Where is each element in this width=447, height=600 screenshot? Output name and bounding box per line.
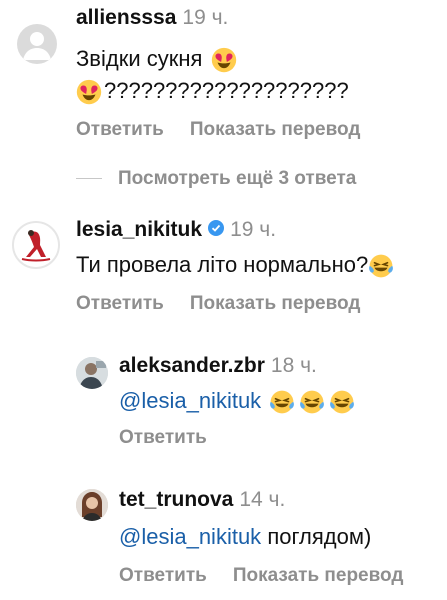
reply-button[interactable]: Ответить	[119, 427, 207, 448]
avatar-lesia[interactable]	[12, 221, 60, 269]
user-photo-icon	[76, 357, 108, 389]
view-more-replies-button[interactable]: Посмотреть ещё 3 ответа	[76, 168, 356, 190]
translate-button[interactable]: Показать перевод	[190, 293, 361, 314]
comment-text-line: ????????????????????	[76, 77, 386, 105]
comment-body: lesia_nikituk 19 ч. Ти провела літо норма…	[76, 217, 396, 315]
verified-badge-icon	[208, 220, 225, 237]
comment-time: 18 ч.	[270, 354, 317, 377]
mention-link[interactable]: @lesia_nikituk	[119, 524, 261, 549]
comment-username[interactable]: tet_trunova	[119, 488, 233, 511]
tears-of-joy-emoji-icon	[368, 253, 394, 279]
comment-time: 19 ч.	[230, 218, 277, 241]
tears-of-joy-emoji-icon	[269, 389, 295, 415]
avatar-tet[interactable]	[76, 489, 108, 521]
avatar-default[interactable]	[17, 24, 57, 64]
comment-text-line: Звідки сукня	[76, 45, 386, 73]
comment-text-line: Ти провела літо нормально?	[76, 251, 396, 279]
avatar-aleksander[interactable]	[76, 357, 108, 389]
heart-eyes-emoji-icon	[76, 79, 102, 105]
mention-link[interactable]: @lesia_nikituk	[119, 388, 261, 413]
reply-button[interactable]: Ответить	[119, 565, 207, 586]
comment-username[interactable]: lesia_nikituk	[76, 218, 202, 241]
translate-button[interactable]: Показать перевод	[233, 565, 404, 586]
comment-text: Ти провела літо нормально?	[76, 252, 369, 277]
comment-text: поглядом)	[267, 524, 372, 549]
comment-body: alliensssa 19 ч. Звідки сукня ???????????…	[76, 5, 386, 141]
default-avatar-icon	[23, 32, 51, 60]
translate-button[interactable]: Показать перевод	[190, 119, 361, 140]
user-photo-icon	[76, 489, 108, 521]
comment-username[interactable]: aleksander.zbr	[119, 354, 265, 377]
reply-body: aleksander.zbr 18 ч. @lesia_nikituk Ответ…	[119, 353, 357, 449]
heart-eyes-emoji-icon	[211, 47, 237, 73]
reply-body: tet_trunova 14 ч. @lesia_nikituk поглядом…	[119, 487, 429, 587]
comment-actions: Ответить Показать перевод	[76, 119, 386, 141]
comment-text-line: @lesia_nikituk	[119, 387, 357, 415]
reply-button[interactable]: Ответить	[76, 293, 164, 314]
view-more-replies-label: Посмотреть ещё 3 ответа	[118, 168, 357, 189]
comment-actions: Ответить	[119, 427, 357, 449]
reply-button[interactable]: Ответить	[76, 119, 164, 140]
comment-actions: Ответить Показать перевод	[119, 565, 429, 587]
tears-of-joy-emoji-icon	[329, 389, 355, 415]
tears-of-joy-emoji-icon	[299, 389, 325, 415]
comment-text: Звідки сукня	[76, 46, 203, 71]
user-photo-icon	[14, 223, 58, 267]
comment-username[interactable]: alliensssa	[76, 6, 176, 29]
comment-actions: Ответить Показать перевод	[76, 293, 396, 315]
comment-time: 14 ч.	[239, 488, 286, 511]
comment-time: 19 ч.	[182, 6, 229, 29]
comment-text-line: @lesia_nikituk поглядом)	[119, 523, 429, 551]
divider-line	[76, 178, 102, 180]
comment-text: ????????????????????	[104, 78, 349, 104]
